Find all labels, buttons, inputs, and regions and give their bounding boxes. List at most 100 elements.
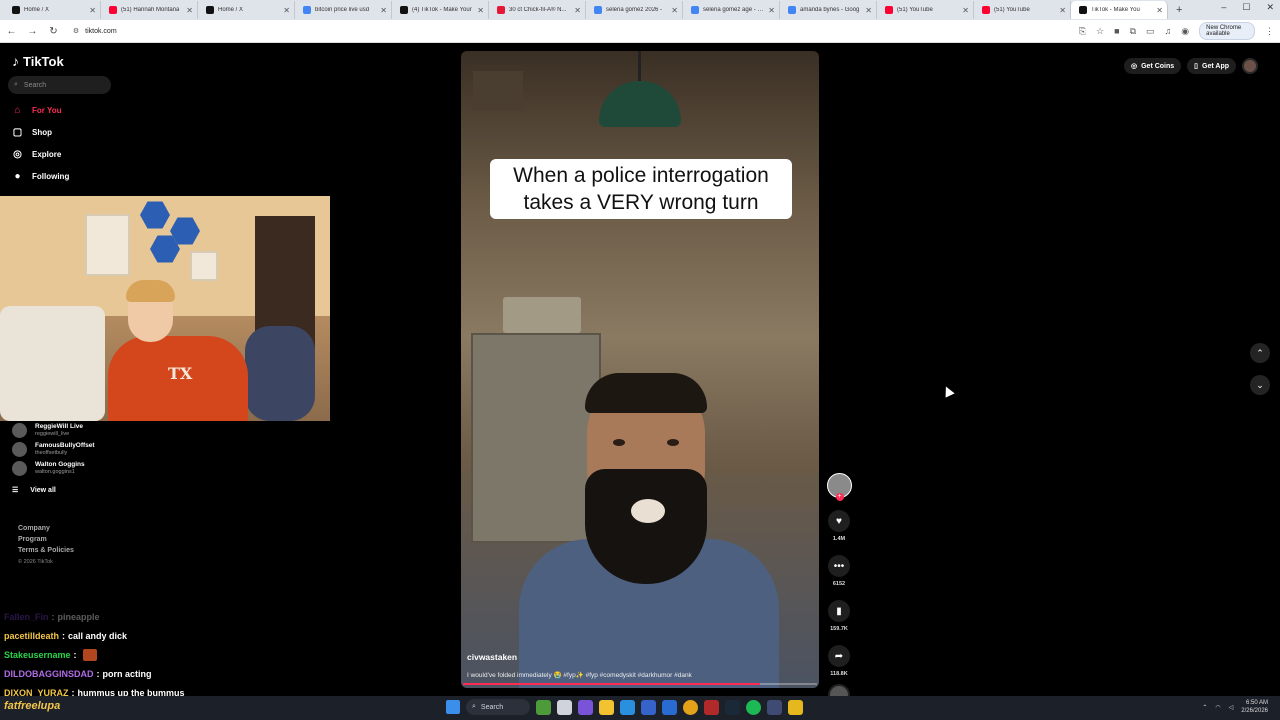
extension-icon[interactable]: ■ bbox=[1114, 26, 1119, 36]
menu-icon[interactable]: ⋮ bbox=[1265, 26, 1274, 37]
tab-favicon-icon bbox=[400, 6, 408, 14]
following-account[interactable]: FamousBullyOffset theoffsetbully bbox=[12, 440, 95, 459]
edge-icon[interactable] bbox=[620, 699, 635, 715]
tab-favicon-icon bbox=[12, 6, 20, 14]
home-icon: ⌂ bbox=[14, 105, 21, 116]
tab-close-icon[interactable]: ✕ bbox=[477, 6, 484, 15]
tab-close-icon[interactable]: ✕ bbox=[1059, 6, 1066, 15]
mail-icon[interactable] bbox=[662, 699, 677, 715]
next-video-button[interactable]: ⌄ bbox=[1250, 375, 1270, 395]
spotify-icon[interactable] bbox=[746, 699, 761, 715]
profile-icon[interactable]: ◉ bbox=[1181, 26, 1189, 37]
footer-link-terms[interactable]: Terms & Policies bbox=[18, 547, 74, 554]
browser-tab[interactable]: amanda bynes - Goog ✕ bbox=[780, 1, 877, 19]
following-account[interactable]: ReggieWill Live reggiewill_live bbox=[12, 421, 95, 440]
app-icon[interactable] bbox=[704, 699, 719, 715]
creator-avatar[interactable]: + bbox=[826, 473, 852, 501]
view-all-label: View all bbox=[30, 486, 56, 494]
footer-link-company[interactable]: Company bbox=[18, 525, 74, 532]
volume-icon[interactable]: ◁ bbox=[1229, 704, 1234, 711]
get-coins-button[interactable]: ◎ Get Coins bbox=[1124, 58, 1182, 74]
back-icon[interactable]: ← bbox=[6, 26, 17, 37]
follow-plus-icon[interactable]: + bbox=[835, 493, 844, 501]
phone-icon: ▯ bbox=[1194, 63, 1199, 70]
browser-tab[interactable]: selena gomez age - Go ✕ bbox=[683, 1, 780, 19]
sidepanel-icon[interactable]: ▭ bbox=[1146, 26, 1155, 37]
system-clock[interactable]: 6:50 AM 2/26/2026 bbox=[1241, 699, 1268, 715]
browser-tab[interactable]: 30 ct Chick-fil-A® N... ✕ bbox=[489, 1, 586, 19]
copilot-icon[interactable] bbox=[578, 699, 593, 715]
tab-close-icon[interactable]: ✕ bbox=[574, 6, 581, 15]
tab-close-icon[interactable]: ✕ bbox=[671, 6, 678, 15]
tab-close-icon[interactable]: ✕ bbox=[380, 6, 387, 15]
task-view-icon[interactable] bbox=[557, 699, 572, 715]
previous-video-button[interactable]: ⌃ bbox=[1250, 343, 1270, 363]
chat-text: call andy dick bbox=[68, 630, 128, 641]
get-app-button[interactable]: ▯ Get App bbox=[1187, 58, 1236, 74]
browser-tab[interactable]: (51) YouTube ✕ bbox=[877, 1, 974, 19]
url-text: tiktok.com bbox=[85, 27, 117, 35]
tray-chevron-icon[interactable]: ⌃ bbox=[1202, 704, 1207, 711]
chrome-icon[interactable] bbox=[683, 699, 698, 715]
comment-button[interactable]: ••• bbox=[828, 555, 850, 577]
tab-close-icon[interactable]: ✕ bbox=[89, 6, 96, 15]
windows-start-icon[interactable] bbox=[446, 700, 460, 714]
tab-close-icon[interactable]: ✕ bbox=[865, 6, 872, 15]
browser-tab[interactable]: (51) YouTube ✕ bbox=[974, 1, 1071, 19]
get-coins-label: Get Coins bbox=[1141, 62, 1175, 70]
like-button[interactable]: ♥ bbox=[828, 510, 850, 532]
bookmark-star-icon[interactable]: ☆ bbox=[1096, 26, 1104, 37]
browser-tab[interactable]: (51) Hannah Montana ✕ bbox=[101, 1, 198, 19]
chrome-update-button[interactable]: New Chrome available bbox=[1199, 22, 1255, 40]
wifi-icon[interactable]: ◠ bbox=[1215, 704, 1220, 711]
steam-icon[interactable] bbox=[725, 699, 740, 715]
browser-tab[interactable]: selena gomez 2026 - ✕ bbox=[586, 1, 683, 19]
video-author[interactable]: civwastaken bbox=[467, 652, 517, 662]
browser-tab[interactable]: Home / X ✕ bbox=[4, 1, 101, 19]
share-arrow-icon: ➦ bbox=[834, 650, 844, 662]
file-explorer-icon[interactable] bbox=[599, 699, 614, 715]
tiktok-logo[interactable]: ♪ TikTok bbox=[12, 53, 64, 69]
taskbar-search[interactable]: ⌕ Search bbox=[466, 699, 530, 715]
maximize-icon[interactable]: ☐ bbox=[1242, 2, 1250, 13]
video-progress-bar[interactable] bbox=[463, 683, 817, 685]
minimize-icon[interactable]: – bbox=[1221, 2, 1226, 13]
tab-close-icon[interactable]: ✕ bbox=[962, 6, 969, 15]
video-player[interactable]: When a police interrogation takes a VERY… bbox=[461, 51, 819, 688]
following-account[interactable]: Walton Goggins walton.goggins1 bbox=[12, 459, 95, 478]
search-input[interactable]: ⌕ Search bbox=[8, 76, 111, 94]
reload-icon[interactable]: ↻ bbox=[48, 26, 59, 37]
media-icon[interactable]: ♫ bbox=[1165, 26, 1172, 36]
warning-app-icon[interactable] bbox=[788, 699, 803, 715]
sidebar-item-for-you[interactable]: ⌂ For You bbox=[11, 104, 69, 117]
site-info-icon[interactable]: ⚙ bbox=[73, 27, 79, 35]
sidebar-item-shop[interactable]: ▢ Shop bbox=[11, 126, 69, 139]
app-icon[interactable] bbox=[767, 699, 782, 715]
footer-link-program[interactable]: Program bbox=[18, 536, 74, 543]
puzzle-icon[interactable]: ⧉ bbox=[1130, 26, 1136, 37]
sidebar-item-following[interactable]: ● Following bbox=[11, 170, 69, 183]
browser-tab[interactable]: TikTok - Make You ✕ bbox=[1071, 1, 1168, 19]
tab-close-icon[interactable]: ✕ bbox=[186, 6, 193, 15]
search-placeholder: Search bbox=[23, 81, 47, 89]
forward-icon[interactable]: → bbox=[27, 26, 38, 37]
store-icon[interactable] bbox=[641, 699, 656, 715]
view-all-button[interactable]: ☰ View all bbox=[12, 486, 95, 495]
user-avatar[interactable] bbox=[1242, 58, 1258, 74]
close-window-icon[interactable]: ✕ bbox=[1266, 2, 1274, 13]
install-icon[interactable]: ⎘ bbox=[1079, 26, 1086, 37]
sidebar-item-explore[interactable]: ◎ Explore bbox=[11, 148, 69, 161]
tab-title: Home / X bbox=[24, 7, 50, 13]
save-button[interactable]: ▮ bbox=[828, 600, 850, 622]
address-bar[interactable]: ⚙ tiktok.com bbox=[69, 23, 1069, 40]
tab-close-icon[interactable]: ✕ bbox=[1156, 6, 1163, 15]
tab-favicon-icon bbox=[109, 6, 117, 14]
browser-tab[interactable]: Home / X ✕ bbox=[198, 1, 295, 19]
browser-tab[interactable]: bitcoin price live usd ✕ bbox=[295, 1, 392, 19]
new-tab-button[interactable]: + bbox=[1168, 4, 1190, 16]
browser-tab[interactable]: (4) TikTok - Make Your ✕ bbox=[392, 1, 489, 19]
tab-close-icon[interactable]: ✕ bbox=[768, 6, 775, 15]
share-button[interactable]: ➦ bbox=[828, 645, 850, 667]
taskbar-app-icon[interactable] bbox=[536, 699, 551, 715]
tab-close-icon[interactable]: ✕ bbox=[283, 6, 290, 15]
